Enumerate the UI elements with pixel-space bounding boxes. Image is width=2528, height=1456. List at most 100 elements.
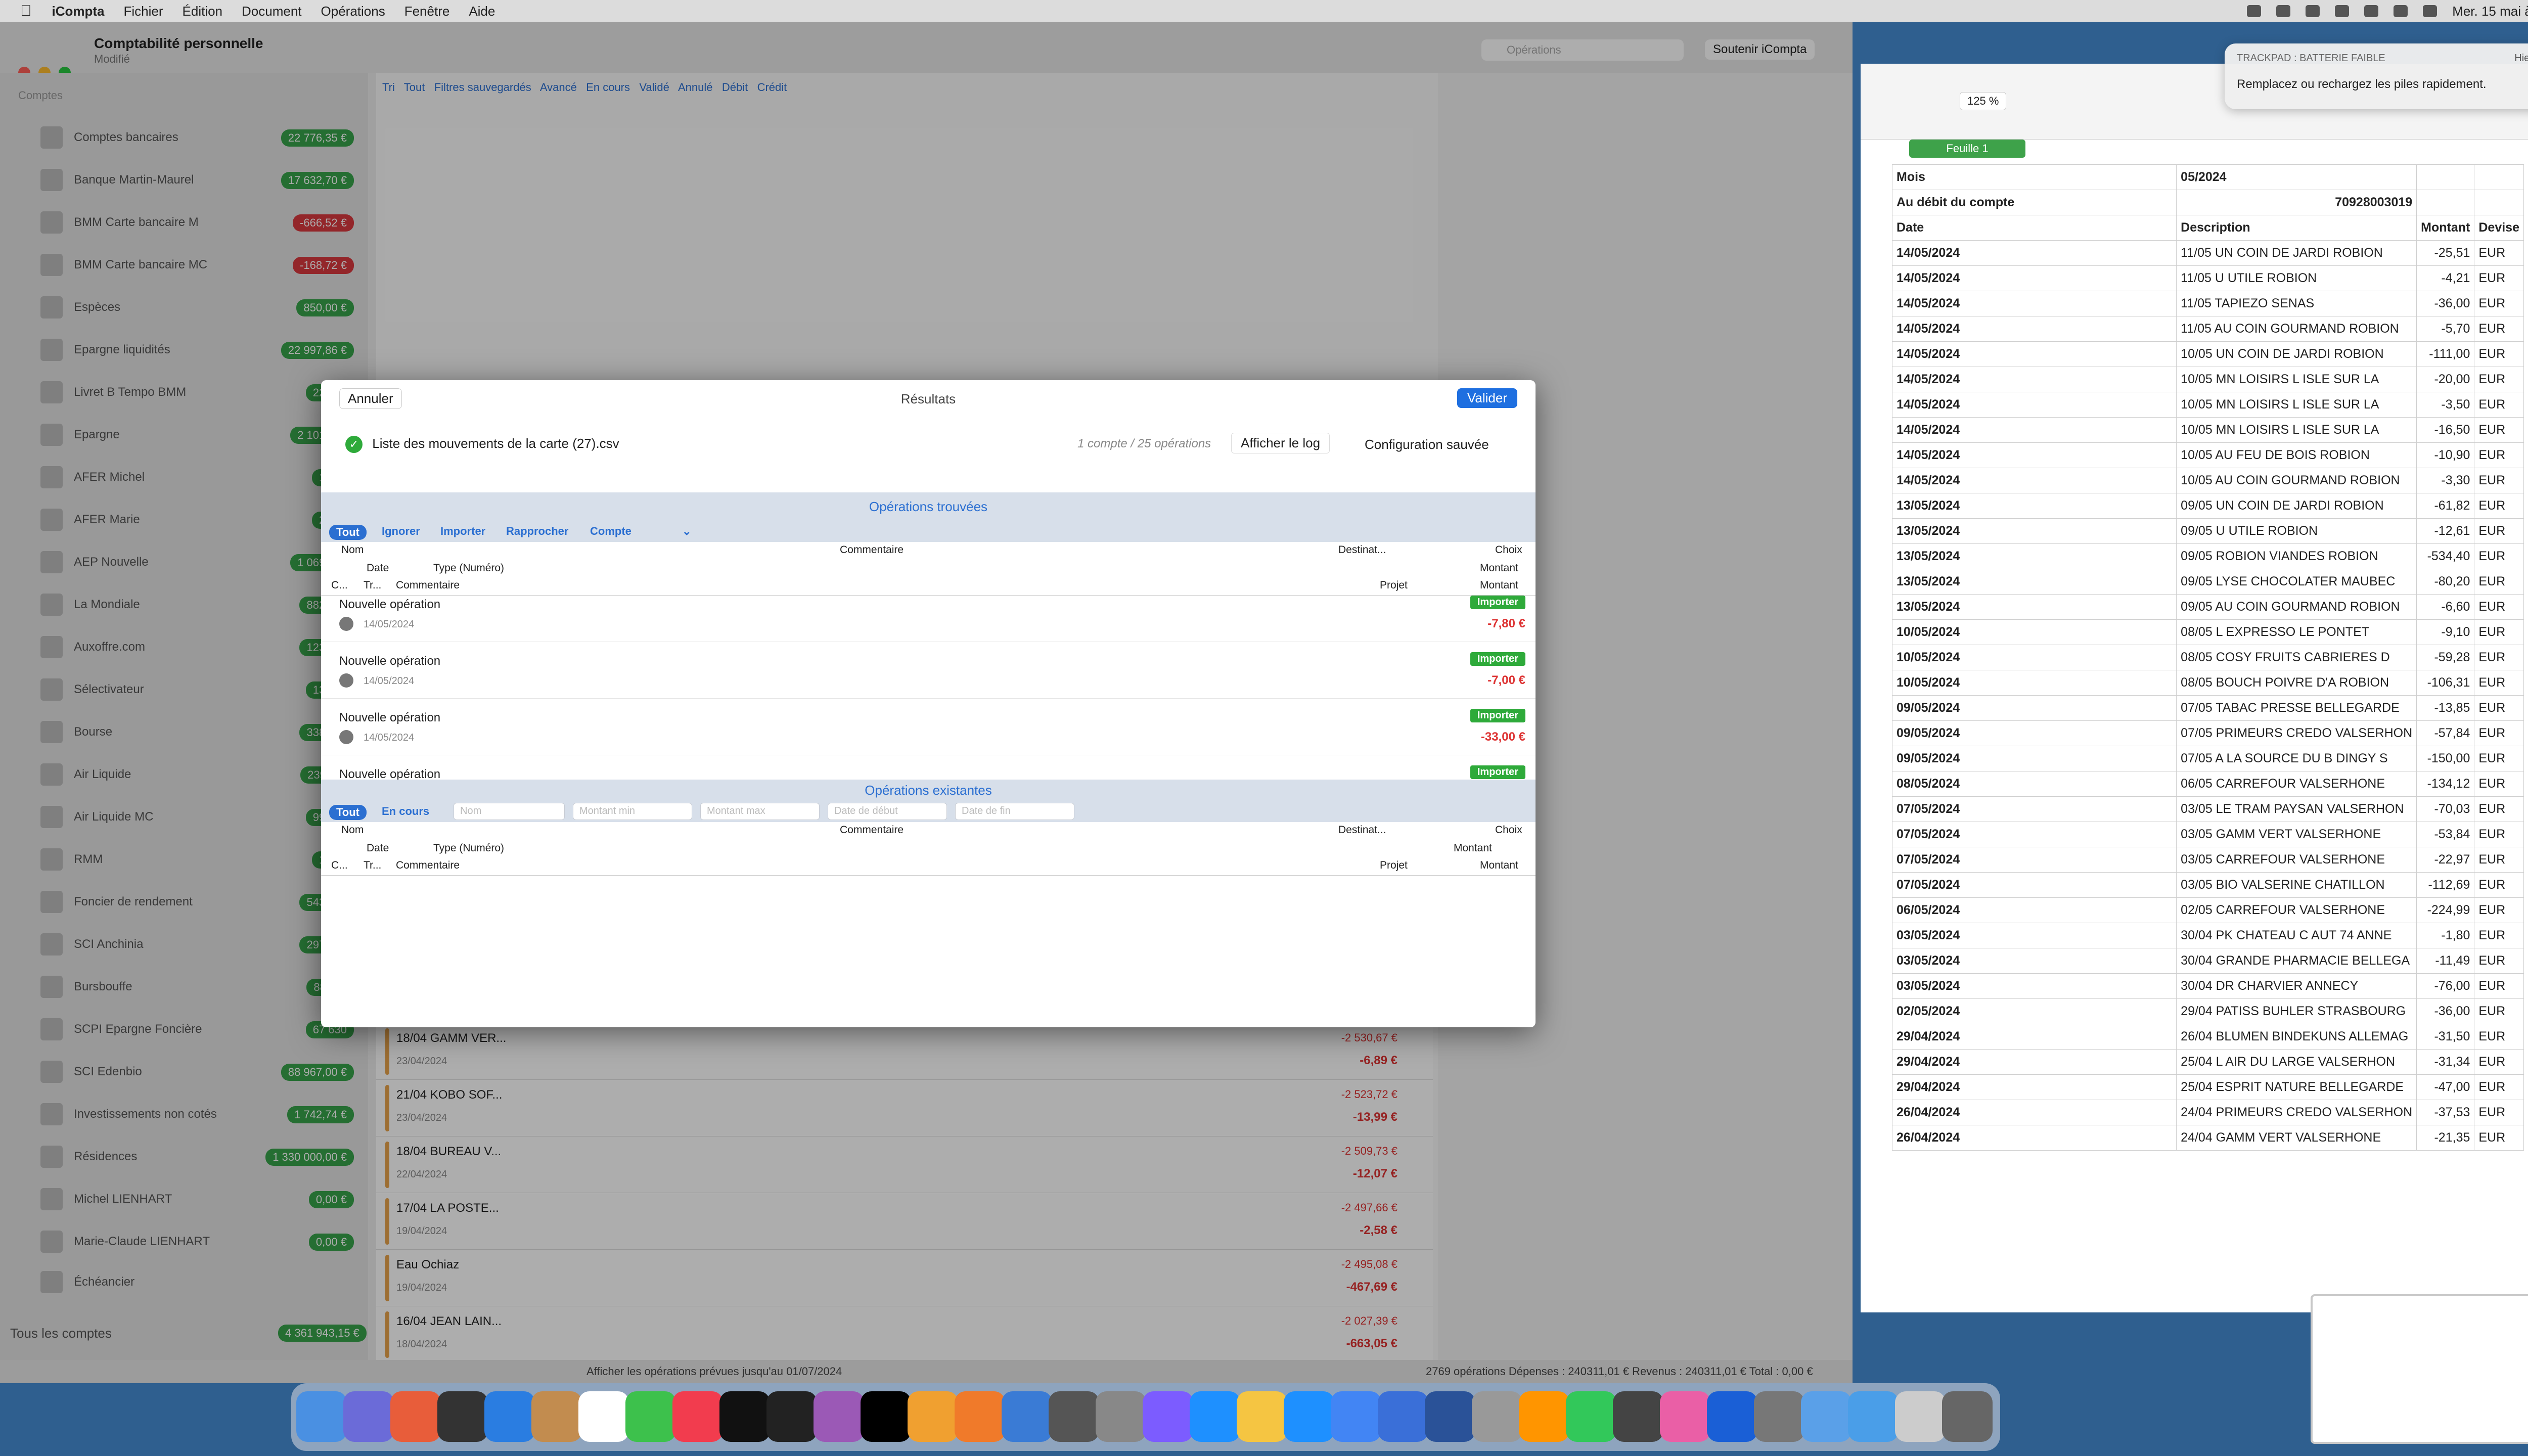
- col-choix[interactable]: Choix: [1495, 824, 1522, 836]
- col-c[interactable]: C...: [331, 579, 348, 592]
- sheet-cell[interactable]: 08/05 L EXPRESSO LE PONTET: [2176, 619, 2417, 645]
- col-type[interactable]: Type (Numéro): [433, 562, 504, 574]
- sheet-cell[interactable]: 26/04 BLUMEN BINDEKUNS ALLEMAG: [2176, 1024, 2417, 1050]
- sheet-cell[interactable]: 03/05/2024: [1891, 948, 2177, 974]
- sheet-cell[interactable]: -106,31: [2416, 670, 2475, 696]
- dock-app-icon[interactable]: [955, 1391, 1005, 1442]
- sheet-cell[interactable]: 10/05 AU FEU DE BOIS ROBION: [2176, 442, 2417, 468]
- sheet-cell[interactable]: -47,00: [2416, 1074, 2475, 1100]
- sheet-cell[interactable]: 14/05/2024: [1891, 341, 2177, 367]
- sheet-cell[interactable]: -10,90: [2416, 442, 2475, 468]
- sheet-cell[interactable]: EUR: [2474, 771, 2524, 797]
- sheet-cell[interactable]: [2474, 164, 2524, 190]
- col-date[interactable]: Date: [367, 842, 389, 854]
- dock-app-icon[interactable]: [672, 1391, 723, 1442]
- sheet-cell[interactable]: -80,20: [2416, 569, 2475, 595]
- saved-config-button[interactable]: Configuration sauvée: [1365, 437, 1489, 452]
- bluetooth-icon[interactable]: [2335, 5, 2350, 17]
- sheet-cell[interactable]: 09/05/2024: [1891, 695, 2177, 721]
- dock-app-icon[interactable]: [1801, 1391, 1852, 1442]
- dock-app-icon[interactable]: [1237, 1391, 1287, 1442]
- sheet-cell[interactable]: -36,00: [2416, 291, 2475, 316]
- found-filter-compte[interactable]: Compte: [590, 525, 631, 538]
- sheet-cell[interactable]: EUR: [2474, 695, 2524, 721]
- sheet-cell[interactable]: Description: [2176, 215, 2417, 241]
- dock-app-icon[interactable]: [1143, 1391, 1193, 1442]
- found-filter-importer[interactable]: Importer: [440, 525, 485, 538]
- search-icon[interactable]: [2394, 5, 2408, 17]
- col-montant[interactable]: Montant: [1454, 842, 1492, 854]
- col-c[interactable]: C...: [331, 859, 348, 872]
- sheet-cell[interactable]: 09/05/2024: [1891, 720, 2177, 746]
- dock-app-icon[interactable]: [719, 1391, 770, 1442]
- sheet-cell[interactable]: 70928003019: [2176, 190, 2417, 215]
- col-projet[interactable]: Projet: [1380, 579, 1408, 592]
- sheet-cell[interactable]: 10/05 MN LOISIRS L ISLE SUR LA: [2176, 417, 2417, 443]
- dock-app-icon[interactable]: [1378, 1391, 1428, 1442]
- status-check-icon[interactable]: [339, 730, 353, 744]
- sheet-cell[interactable]: EUR: [2474, 746, 2524, 771]
- wifi-icon[interactable]: [2364, 5, 2379, 17]
- col-commentaire[interactable]: Commentaire: [840, 544, 904, 556]
- sheet-cell[interactable]: -22,97: [2416, 847, 2475, 873]
- sheet-cell[interactable]: 30/04 GRANDE PHARMACIE BELLEGA: [2176, 948, 2417, 974]
- menu-fichier[interactable]: Fichier: [124, 4, 163, 19]
- import-action-badge[interactable]: Importer: [1470, 765, 1525, 779]
- sheet-cell[interactable]: -4,21: [2416, 265, 2475, 291]
- sheet-cell[interactable]: -11,49: [2416, 948, 2475, 974]
- sheet-cell[interactable]: 10/05/2024: [1891, 645, 2177, 670]
- min-amount-input[interactable]: Montant min: [573, 803, 692, 820]
- col-tr[interactable]: Tr...: [364, 579, 381, 592]
- dock-app-icon[interactable]: [484, 1391, 535, 1442]
- sheet-cell[interactable]: -13,85: [2416, 695, 2475, 721]
- sheet-cell[interactable]: Au débit du compte: [1891, 190, 2177, 215]
- sheet-cell[interactable]: -59,28: [2416, 645, 2475, 670]
- sheet-cell[interactable]: EUR: [2474, 367, 2524, 392]
- volume-icon[interactable]: [2306, 5, 2320, 17]
- sheet-cell[interactable]: EUR: [2474, 543, 2524, 569]
- sheet-cell[interactable]: EUR: [2474, 493, 2524, 519]
- zoom-control[interactable]: 125 %: [1960, 92, 2007, 110]
- sheet-cell[interactable]: 06/05 CARREFOUR VALSERHONE: [2176, 771, 2417, 797]
- sheet-cell[interactable]: 11/05 UN COIN DE JARDI ROBION: [2176, 240, 2417, 266]
- col-projet[interactable]: Projet: [1380, 859, 1408, 872]
- dock-app-icon[interactable]: [1049, 1391, 1099, 1442]
- sheet-cell[interactable]: 07/05 PRIMEURS CREDO VALSERHON: [2176, 720, 2417, 746]
- sheet-cell[interactable]: 09/05 UN COIN DE JARDI ROBION: [2176, 493, 2417, 519]
- status-check-icon[interactable]: [339, 673, 353, 688]
- sheet-cell[interactable]: -31,34: [2416, 1049, 2475, 1075]
- sheet-cell[interactable]: -9,10: [2416, 619, 2475, 645]
- sheet-cell[interactable]: 14/05/2024: [1891, 367, 2177, 392]
- col-montant[interactable]: Montant: [1480, 562, 1518, 574]
- sheet-cell[interactable]: 07/05/2024: [1891, 872, 2177, 898]
- existing-filter-en-cours[interactable]: En cours: [382, 805, 429, 818]
- status-check-icon[interactable]: [339, 617, 353, 631]
- sheet-cell[interactable]: Montant: [2416, 215, 2475, 241]
- menu-fenetre[interactable]: Fenêtre: [404, 4, 450, 19]
- sheet-cell[interactable]: 26/04/2024: [1891, 1125, 2177, 1151]
- sheet-cell[interactable]: -20,00: [2416, 367, 2475, 392]
- dock-app-icon[interactable]: [1848, 1391, 1899, 1442]
- sheet-cell[interactable]: EUR: [2474, 645, 2524, 670]
- sheet-cell[interactable]: EUR: [2474, 1024, 2524, 1050]
- sheet-cell[interactable]: 13/05/2024: [1891, 518, 2177, 544]
- sheet-cell[interactable]: 09/05 AU COIN GOURMAND ROBION: [2176, 594, 2417, 620]
- found-filter-tout[interactable]: Tout: [329, 525, 367, 540]
- sheet-cell[interactable]: 03/05/2024: [1891, 973, 2177, 999]
- col-montant-2[interactable]: Montant: [1480, 859, 1518, 872]
- sheet-cell[interactable]: 13/05/2024: [1891, 569, 2177, 595]
- sheet-cell[interactable]: EUR: [2474, 417, 2524, 443]
- found-operation-row[interactable]: Nouvelle opération 14/05/2024 Importer -7,0…: [321, 642, 1536, 699]
- col-commentaire[interactable]: Commentaire: [840, 824, 904, 836]
- sheet-cell[interactable]: 14/05/2024: [1891, 265, 2177, 291]
- dock-app-icon[interactable]: [1895, 1391, 1946, 1442]
- dock-app-icon[interactable]: [578, 1391, 629, 1442]
- sheet-cell[interactable]: 07/05/2024: [1891, 847, 2177, 873]
- sheet-cell[interactable]: 10/05 UN COIN DE JARDI ROBION: [2176, 341, 2417, 367]
- dock-app-icon[interactable]: [908, 1391, 958, 1442]
- sheet-cell[interactable]: 09/05 LYSE CHOCOLATER MAUBEC: [2176, 569, 2417, 595]
- sheet-cell[interactable]: -12,61: [2416, 518, 2475, 544]
- sheet-cell[interactable]: 07/05 TABAC PRESSE BELLEGARDE: [2176, 695, 2417, 721]
- sheet-cell[interactable]: EUR: [2474, 1125, 2524, 1151]
- col-commentaire-2[interactable]: Commentaire: [396, 859, 460, 872]
